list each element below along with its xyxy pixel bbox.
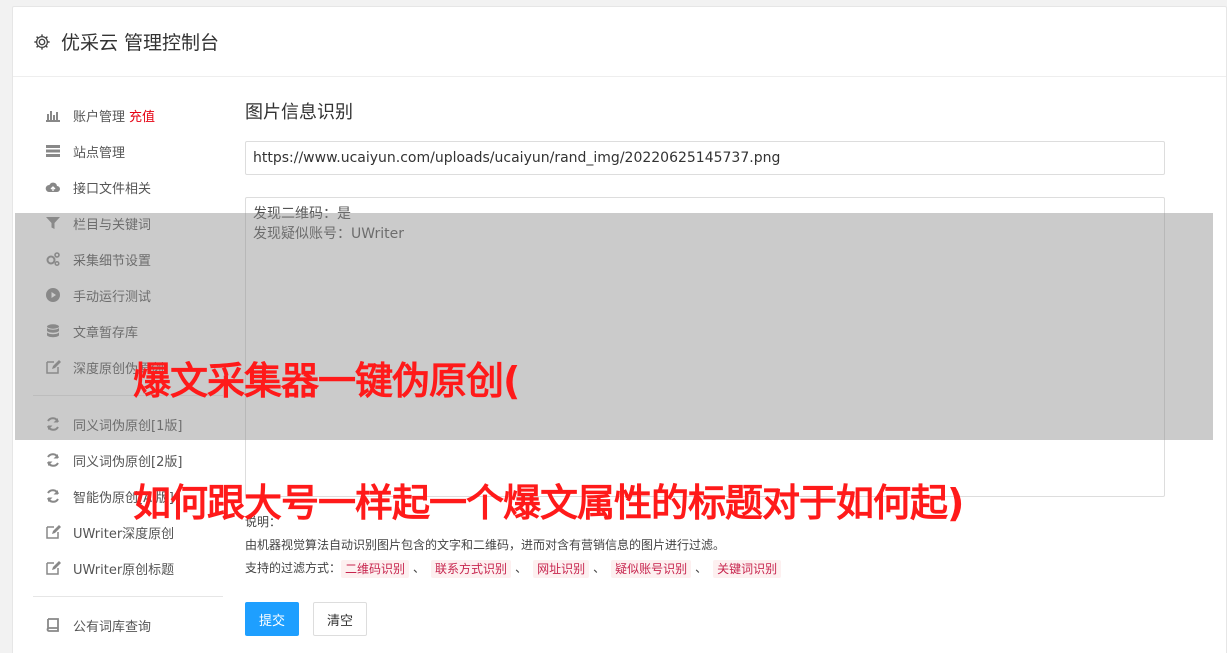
filter-tag: 关键词识别: [713, 559, 782, 578]
recharge-link[interactable]: 充值: [129, 106, 155, 125]
sidebar-divider: [33, 596, 223, 597]
filter-tag: 网址识别: [533, 559, 590, 578]
server-icon: [44, 143, 62, 159]
submit-button[interactable]: 提交: [245, 602, 299, 636]
edit-icon: [44, 524, 62, 540]
sidebar-item-public-lexicon[interactable]: 公有词库查询: [33, 607, 233, 643]
gear-icon: [33, 33, 51, 51]
filter-separator: 、: [695, 561, 708, 575]
cloud-upload-icon: [44, 179, 62, 195]
refresh-icon: [44, 452, 62, 468]
sidebar-item-label: 同义词伪原创[2版]: [73, 454, 183, 470]
book-icon: [44, 617, 62, 633]
bar-chart-icon: [44, 107, 62, 123]
sidebar-item-label: 公有词库查询: [73, 619, 152, 635]
image-url-input[interactable]: [245, 141, 1165, 175]
filter-tag: 二维码识别: [341, 559, 410, 578]
edit-icon: [44, 560, 62, 576]
sidebar-item-label: 站点管理: [73, 145, 126, 161]
overlay-subheadline: 如何跟大号一样起一个爆文属性的标题对于如何起): [133, 481, 964, 525]
sidebar-item-label: 接口文件相关: [73, 181, 152, 197]
clear-button[interactable]: 清空: [313, 602, 367, 636]
sidebar-item-sites[interactable]: 站点管理: [33, 133, 233, 169]
sidebar-item-uwriter-title[interactable]: UWriter原创标题: [33, 550, 233, 586]
filter-separator: 、: [515, 561, 528, 575]
desc-text: 由机器视觉算法自动识别图片包含的文字和二维码，进而对含有营销信息的图片进行过滤。: [245, 538, 726, 552]
refresh-icon: [44, 488, 62, 504]
section-title: 图片信息识别: [245, 102, 353, 123]
sidebar-item-label: UWriter原创标题: [73, 562, 175, 578]
overlay-headline: 爆文采集器一键伪原创(: [133, 359, 520, 403]
filter-separator: 、: [413, 561, 426, 575]
filter-tag: 疑似账号识别: [611, 559, 692, 578]
filter-tag: 联系方式识别: [431, 559, 512, 578]
filter-methods: 支持的过滤方式： 二维码识别 、 联系方式识别 、 网址识别 、 疑似账号识别 …: [245, 557, 1165, 580]
panel-header: 优采云 管理控制台: [13, 7, 1226, 77]
sidebar-item-account[interactable]: 账户管理 充值: [33, 97, 233, 133]
sidebar-item-label: 账户管理: [73, 109, 126, 125]
filter-separator: 、: [593, 561, 606, 575]
sidebar-item-interface[interactable]: 接口文件相关: [33, 169, 233, 205]
filter-label: 支持的过滤方式：: [245, 561, 342, 575]
overlay-band: [15, 213, 1213, 440]
action-buttons: 提交 清空: [245, 602, 1165, 636]
page-title: 优采云 管理控制台: [61, 32, 220, 54]
